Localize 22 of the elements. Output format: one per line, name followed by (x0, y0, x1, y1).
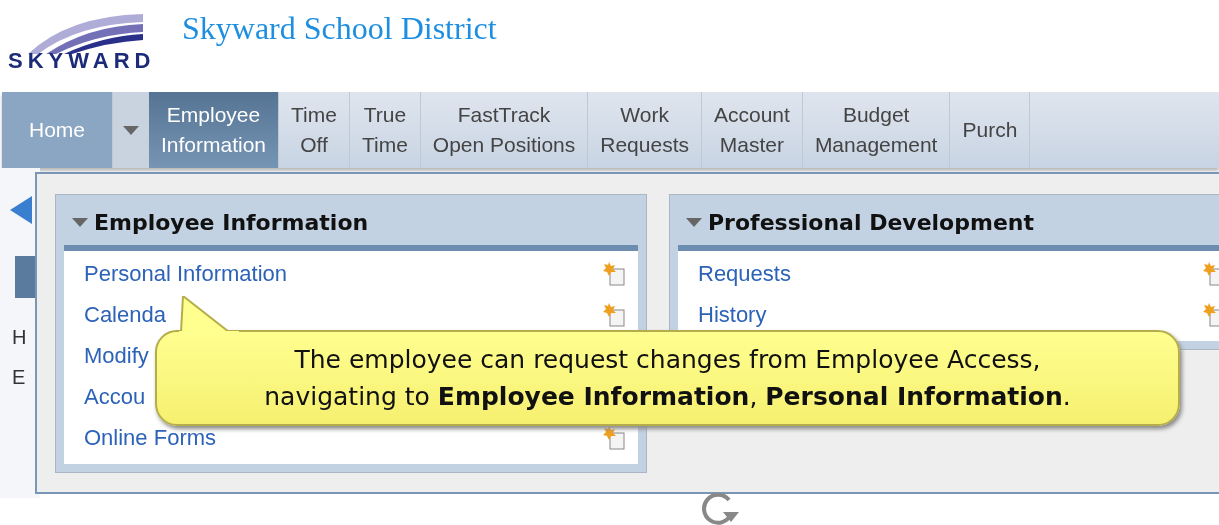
card-title: Employee Information (94, 209, 369, 235)
menu-link[interactable]: Calenda (84, 301, 166, 328)
district-title: Skyward School District (182, 10, 497, 47)
menu-link[interactable]: Accou (84, 383, 146, 410)
nav-tab[interactable]: Account Master (702, 92, 803, 168)
logo-text: SKYWARD (8, 50, 157, 72)
partial-text: E (12, 366, 26, 389)
partial-text: H (12, 326, 27, 349)
menu-link[interactable]: Modify (84, 342, 149, 369)
callout-text: The employee can request changes from Employee Access, navigating to Employee Information, Personal Information. (264, 344, 1071, 413)
nav-tab[interactable]: True Time (349, 92, 421, 168)
nav-tab[interactable]: Employee Information (149, 92, 280, 168)
nav-tab[interactable]: Work Requests (588, 92, 702, 168)
menu-link[interactable]: History (698, 301, 767, 328)
menu-link[interactable]: Requests (698, 260, 791, 287)
menu-link[interactable]: Online Forms (84, 424, 217, 451)
menu-link[interactable]: Personal Information (84, 260, 287, 287)
nav-tab[interactable]: FastTrack Open Positions (420, 92, 589, 168)
nav-tab[interactable]: Budget Management (802, 92, 951, 168)
nav-tab[interactable]: Purch (950, 92, 1031, 168)
card-title: Professional Development (708, 209, 1034, 235)
nav-tab[interactable]: Time Off (279, 92, 350, 168)
